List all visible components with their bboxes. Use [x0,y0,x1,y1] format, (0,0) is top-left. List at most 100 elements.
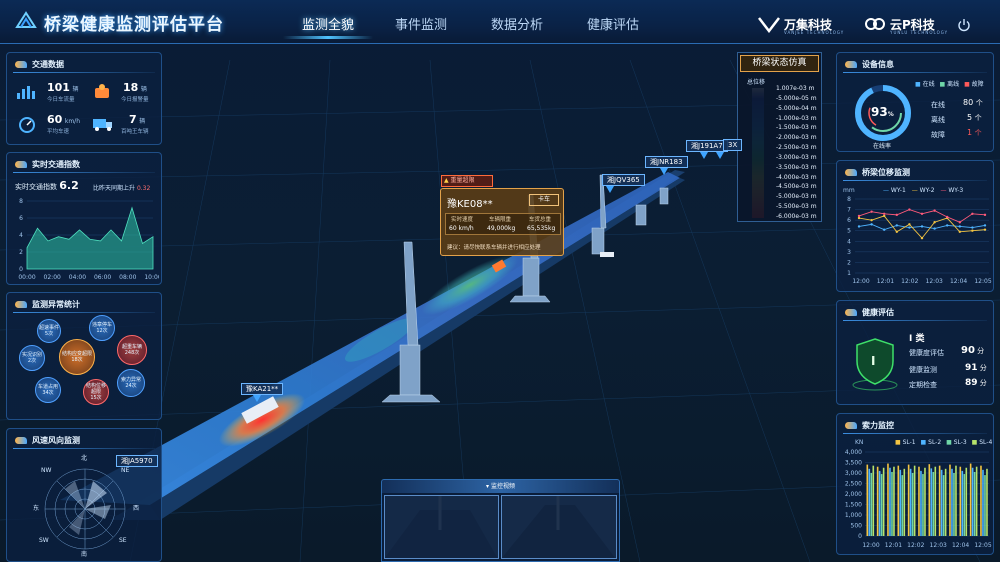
nav-overview[interactable]: 监测全貌 [283,14,373,33]
device-title: 设备信息 [862,59,894,69]
alarm-value: 18 [123,81,139,94]
data-point [883,212,886,215]
index-value: 6.2 [59,179,79,192]
data-point [946,215,949,219]
health-score: 90 分 [961,345,985,356]
anomaly-bubble[interactable]: 实况识别 2次 [19,345,45,371]
plate-label[interactable]: 湘JA5970 [116,455,158,467]
nav-events[interactable]: 事件监测 [376,14,466,33]
popup-limit: 49,000kg [487,225,516,232]
data-point [958,225,961,228]
video-feed[interactable] [501,495,617,559]
anomaly-bubble[interactable]: 结构位移超限 15次 [83,379,109,405]
bar [889,467,891,536]
data-point [958,230,961,233]
x-tick-label: 12:03 [926,278,943,285]
overweight-badge[interactable]: ▲ 重量超限 [441,175,493,187]
colorbar-tick-label: -3.000e-03 m [776,153,817,161]
heavy-truck-value: 7 [129,113,137,126]
x-tick-label: 12:05 [974,278,991,285]
speed-value: 60 [47,113,63,126]
vehicle-popup[interactable]: 豫KE08** 卡车 实时速度 60 km/h 车辆限重 49,000kg 车货… [440,188,564,256]
health-panel: 健康评估 I I 类 健康度评估 90 分 健康监测 91 分 定期检查 89 … [836,300,994,405]
data-point [883,228,886,231]
popup-vehicle-type: 卡车 [529,194,559,206]
traffic-flow-label: 今日车流量 [47,97,75,103]
bar [876,466,879,536]
anomaly-bubble[interactable]: 车道占用 34次 [35,377,61,403]
wind-dir-w: 东 [33,505,40,512]
collapse-icon[interactable]: ▾ [486,483,489,490]
traffic-flow-value: 101 [47,81,70,94]
anomaly-bubble[interactable]: 索力异常 24次 [117,369,145,397]
plate-label[interactable]: 湘J191A7 [686,140,728,152]
anomaly-bubble[interactable]: 违章停车 12次 [89,315,115,341]
traffic-title: 交通数据 [32,59,64,69]
bar [868,468,871,536]
displacement-panel: 桥梁位移监测 mm — WY-1 — WY-2 — WY-3 123456781… [836,160,994,292]
x-tick-label: 12:04 [952,542,969,549]
x-tick-label: 12:03 [930,542,947,549]
device-legend: ■ 在线 ■ 离线 ■ 故障 [915,81,984,88]
colorbar-tick-label: -4.000e-03 m [776,173,817,181]
traffic-flow-icon [17,86,35,99]
cable-title: 索力监控 [862,420,894,430]
vanjee-logo-icon [758,17,780,33]
x-tick-label: 12:00 [852,278,869,285]
colorbar-tick-label: -5.000e-03 m [776,193,817,201]
bar [944,468,947,536]
y-tick-label: 4 [19,232,23,239]
index-label: 实时交通指数 [15,183,57,191]
nav-health[interactable]: 健康评估 [568,14,658,33]
bar [899,469,902,536]
bar [928,464,931,536]
plate-label[interactable]: 湘JQV365 [602,174,645,186]
colorbar-tick-label: -2.500e-03 m [776,144,817,152]
data-point [857,225,861,228]
anomaly-bubble[interactable]: 超速事件 5次 [37,319,61,343]
bar [982,469,984,536]
nav-analysis[interactable]: 数据分析 [472,14,562,33]
bar [901,475,904,536]
page-title: 桥梁健康监测评估平台 [44,15,224,35]
colorbar-tick-label: -1.000e-03 m [776,114,817,122]
power-icon[interactable] [957,18,971,32]
bar [924,467,926,536]
bar [940,469,943,536]
y-tick-label: 2 [847,259,851,266]
video-feed[interactable] [384,495,499,559]
map-pin-icon [660,168,668,175]
x-tick-label: 08:00 [119,274,136,281]
bar [909,468,912,536]
y-tick-label: 3 [847,249,851,256]
bar [959,466,962,536]
popup-suggestion: 建议：请尽快联系车辆并进行相应处理 [447,245,541,251]
colorbar-tick-label: -5.500e-03 m [776,203,817,211]
y-tick-label: 2,500 [845,481,862,488]
disp-title: 桥梁位移监测 [862,167,910,177]
plate-label[interactable]: 豫KA21** [241,383,284,395]
bar [893,466,895,536]
wind-dir-nw: NW [41,467,52,474]
plate-label[interactable]: 3X [723,139,743,151]
y-tick-label: 4 [847,238,851,245]
bar [963,474,966,536]
device-panel: 设备信息 ■ 在线 ■ 离线 ■ 故障 93% 在线率 在线 80 个 离线 5… [836,52,994,152]
wind-dir-s: 南 [81,551,88,558]
bar [955,465,957,536]
bar [942,475,945,536]
bar [938,465,941,536]
data-point [920,225,924,228]
colorbar-tick-label: -5.000e-05 m [776,94,817,102]
bar [922,474,924,536]
plate-label[interactable]: 湘JNR183 [645,156,688,168]
data-point [870,210,873,213]
anomaly-bubble[interactable]: 结构应变超限 18次 [59,339,95,375]
cable-bar-chart: 0 500 1,000 1,500 2,000 2,500 3,000 3,500 4,000 1… [845,449,992,549]
anomaly-bubble[interactable]: 超重车辆 248次 [117,335,147,365]
y-tick-label: 8 [847,196,851,203]
colorbar-tick-label: -4.500e-03 m [776,183,817,191]
yunlu-logo-icon [865,18,885,30]
y-tick-label: 3,000 [845,470,862,477]
data-point [895,230,898,233]
